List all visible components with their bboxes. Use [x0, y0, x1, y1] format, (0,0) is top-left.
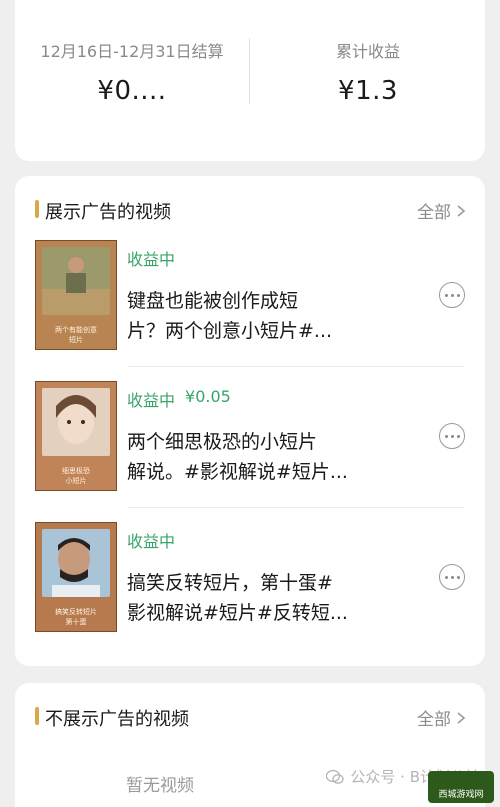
status-label: 收益中: [127, 532, 176, 551]
total-value: ¥1.3: [338, 76, 398, 106]
earning-amount: ¥0.05: [185, 387, 231, 406]
section-accent-bar: [35, 707, 39, 725]
view-all-button[interactable]: 全部: [417, 198, 467, 223]
site-logo-badge: 西城游戏网: [428, 771, 494, 803]
total-label: 累计收益: [335, 42, 400, 61]
thumbnail-caption: 搞笑反转短片 第十蛋: [55, 608, 97, 626]
more-options-button[interactable]: [439, 282, 465, 308]
period-label: 12月16日-12月31日结算: [40, 42, 224, 61]
view-all-label: 全部: [417, 203, 451, 223]
thumbnail-caption: 两个有能创意 短片: [55, 326, 97, 344]
section-title: 展示广告的视频: [45, 202, 171, 223]
video-title[interactable]: 搞笑反转短片，第十蛋# 影视解说#短片#反转短...: [127, 568, 427, 628]
video-thumbnail[interactable]: 搞笑反转短片 第十蛋: [35, 522, 117, 632]
ad-videos-card: 展示广告的视频 全部 两个有能创意 短片 收益中 键盘也能被创作成短 片？两个创…: [15, 176, 485, 666]
video-info: 收益中 搞笑反转短片，第十蛋# 影视解说#短片#反转短...: [127, 528, 427, 628]
earnings-summary-card: 12月16日-12月31日结算 ¥0.... 累计收益 ¥1.3: [15, 0, 485, 161]
total-earnings: 累计收益 ¥1.3: [251, 38, 485, 106]
thumbnail-caption: 细思极恐 小短片: [62, 467, 90, 485]
earning-status: 收益中: [127, 246, 427, 270]
more-dots-icon: [444, 434, 448, 438]
video-thumbnail[interactable]: 两个有能创意 短片: [35, 240, 117, 350]
more-dots-icon: [444, 293, 448, 297]
thumbnail-image: [42, 529, 110, 597]
no-ad-videos-header: 不展示广告的视频 全部: [15, 683, 485, 747]
section-title: 不展示广告的视频: [45, 709, 189, 730]
video-row[interactable]: 细思极恐 小短片 收益中 ¥0.05 两个细思极恐的小短片 解说。#影视解说#短…: [15, 381, 485, 521]
status-label: 收益中: [127, 391, 176, 410]
video-row[interactable]: 搞笑反转短片 第十蛋 收益中 搞笑反转短片，第十蛋# 影视解说#短片#反转短..…: [15, 522, 485, 662]
view-all-label: 全部: [417, 710, 451, 730]
earning-status: 收益中 ¥0.05: [127, 387, 427, 411]
more-options-button[interactable]: [439, 564, 465, 590]
video-info: 收益中 键盘也能被创作成短 片？两个创意小短片#...: [127, 246, 427, 346]
wechat-icon: [326, 769, 345, 784]
row-divider: [127, 507, 465, 508]
earning-status: 收益中: [127, 528, 427, 552]
view-all-button[interactable]: 全部: [417, 705, 467, 730]
video-info: 收益中 ¥0.05 两个细思极恐的小短片 解说。#影视解说#短片...: [127, 387, 427, 487]
period-value: ¥0....: [97, 76, 167, 106]
thumbnail-image: [42, 247, 110, 315]
video-title[interactable]: 键盘也能被创作成短 片？两个创意小短片#...: [127, 286, 427, 346]
video-row[interactable]: 两个有能创意 短片 收益中 键盘也能被创作成短 片？两个创意小短片#...: [15, 240, 485, 380]
summary-divider: [249, 38, 250, 104]
period-earnings: 12月16日-12月31日结算 ¥0....: [15, 38, 249, 106]
more-dots-icon: [444, 575, 448, 579]
more-options-button[interactable]: [439, 423, 465, 449]
chevron-right-icon: [457, 204, 466, 217]
section-accent-bar: [35, 200, 39, 218]
row-divider: [127, 366, 465, 367]
thumbnail-image: [42, 388, 110, 456]
video-title[interactable]: 两个细思极恐的小短片 解说。#影视解说#短片...: [127, 427, 427, 487]
chevron-right-icon: [457, 711, 466, 724]
video-thumbnail[interactable]: 细思极恐 小短片: [35, 381, 117, 491]
no-ad-videos-card: 不展示广告的视频 全部 暂无视频: [15, 683, 485, 807]
ad-videos-header: 展示广告的视频 全部: [15, 176, 485, 240]
status-label: 收益中: [127, 250, 176, 269]
